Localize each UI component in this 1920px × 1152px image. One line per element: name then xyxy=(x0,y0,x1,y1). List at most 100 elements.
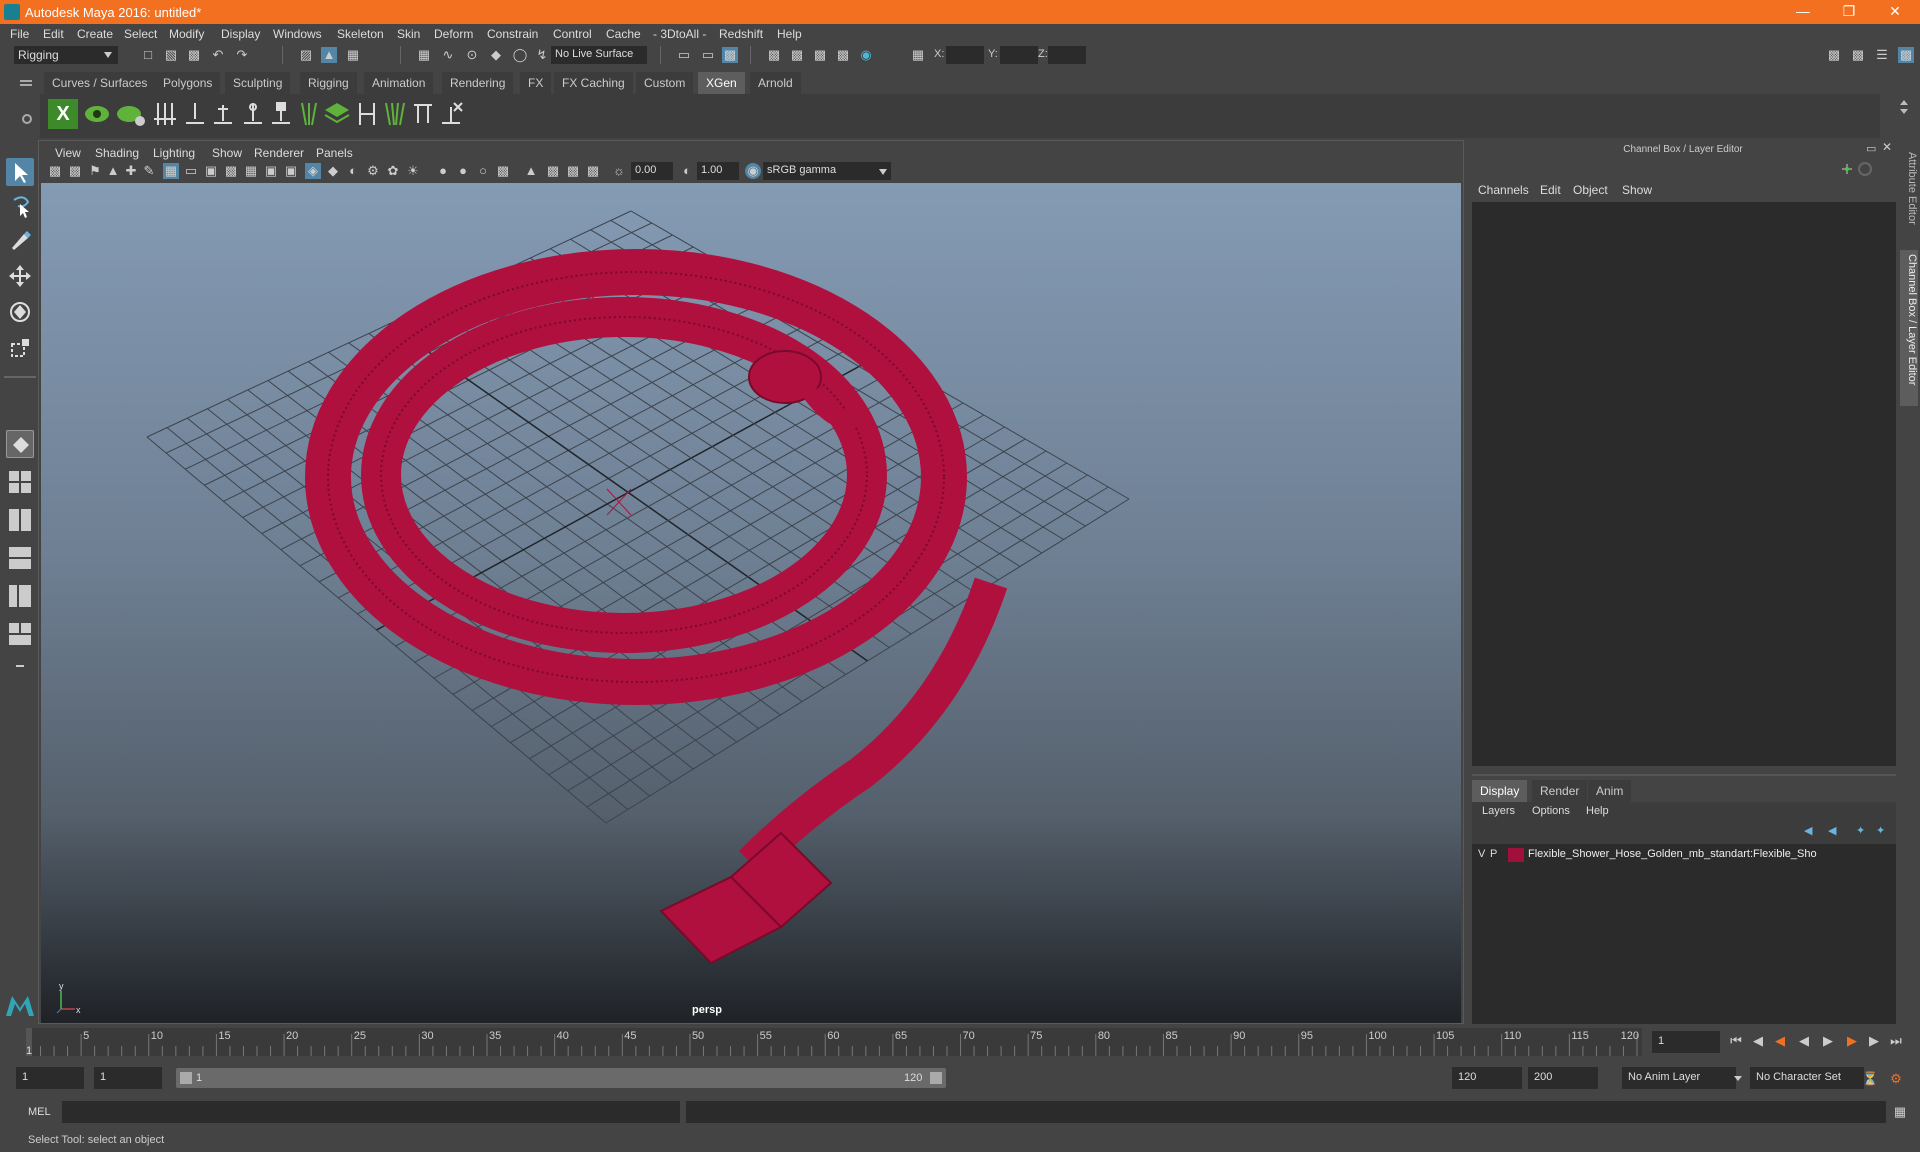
playback-end-field[interactable]: 120 xyxy=(1452,1067,1522,1089)
panel-divider[interactable] xyxy=(1472,774,1896,776)
menu-file[interactable]: File xyxy=(10,27,29,41)
new-scene-icon[interactable]: □ xyxy=(140,47,156,63)
current-frame-field[interactable]: 1 xyxy=(1652,1031,1720,1053)
menu-windows[interactable]: Windows xyxy=(273,27,322,41)
film-gate-icon[interactable]: ▭ xyxy=(183,163,199,179)
shelf-menu-icon[interactable] xyxy=(20,80,32,82)
paint-select-tool-icon[interactable] xyxy=(6,226,34,254)
xgen-editor-icon[interactable]: X xyxy=(48,99,78,129)
2d-pan-zoom-icon[interactable]: ✚ xyxy=(123,163,139,179)
step-back-frame-icon[interactable]: ◀ xyxy=(1750,1033,1766,1049)
viewport-menu-lighting[interactable]: Lighting xyxy=(153,146,195,160)
auto-key-icon[interactable]: ⏳ xyxy=(1862,1071,1878,1087)
shelf-tab-custom[interactable]: Custom xyxy=(636,72,694,94)
script-editor-icon[interactable]: ▦ xyxy=(1892,1104,1908,1120)
symmetry-icon[interactable]: ▦ xyxy=(910,47,926,63)
open-scene-icon[interactable]: ▧ xyxy=(163,47,179,63)
xgen-cut-guides-icon[interactable] xyxy=(408,99,438,129)
isolate-select-icon[interactable]: ▲ xyxy=(523,163,539,179)
go-to-end-icon[interactable]: ⏭ xyxy=(1888,1033,1904,1049)
exposure-icon[interactable]: ☼ xyxy=(611,163,627,179)
layer-tab-anim[interactable]: Anim xyxy=(1588,780,1632,802)
menu-create[interactable]: Create xyxy=(77,27,113,41)
snap-to-view-plane-icon[interactable]: ◆ xyxy=(488,47,504,63)
layer-color-swatch[interactable] xyxy=(1508,848,1524,862)
xgen-add-guide-2-icon[interactable] xyxy=(208,99,238,129)
motion-blur-icon[interactable]: ● xyxy=(455,163,471,179)
xgen-preview-icon[interactable] xyxy=(82,99,112,129)
render-settings-icon[interactable]: ▩ xyxy=(835,47,851,63)
play-forwards-icon[interactable]: ▶ xyxy=(1820,1033,1836,1049)
viewport-menu-renderer[interactable]: Renderer xyxy=(254,146,304,160)
xray-components-icon[interactable]: ▩ xyxy=(585,163,601,179)
shelf-tab-xgen[interactable]: XGen xyxy=(698,72,745,94)
color-management-icon[interactable]: ◉ xyxy=(745,163,761,179)
viewport-canvas[interactable] xyxy=(41,183,1461,1023)
tool-settings-toggle-icon[interactable]: ☰ xyxy=(1874,47,1890,63)
xray-icon[interactable]: ▩ xyxy=(545,163,561,179)
use-all-lights-icon[interactable]: ✿ xyxy=(385,163,401,179)
create-layer-from-selected-icon[interactable]: ✦ xyxy=(1876,824,1885,837)
menu-display[interactable]: Display xyxy=(221,27,260,41)
textured-icon[interactable]: ⚙ xyxy=(365,163,381,179)
time-slider-track[interactable]: 5 10 15 20 25 30 35 40 45 50 55 60 65 70 75 80 85 90 95 100… xyxy=(26,1028,1642,1057)
layer-tab-display[interactable]: Display xyxy=(1472,780,1528,802)
select-by-hierarchy-icon[interactable]: ▨ xyxy=(298,47,314,63)
layer-menu-layers[interactable]: Layers xyxy=(1482,805,1515,817)
play-backwards-icon[interactable]: ◀ xyxy=(1796,1033,1812,1049)
shelf-tab-sculpting[interactable]: Sculpting xyxy=(225,72,291,94)
scale-tool-icon[interactable] xyxy=(6,334,34,362)
move-layer-up-icon[interactable]: ◀ xyxy=(1804,824,1812,837)
x-field[interactable] xyxy=(946,46,984,64)
layer-row[interactable]: V P Flexible_Shower_Hose_Golden_mb_stand… xyxy=(1474,846,1894,864)
wireframe-on-shaded-icon[interactable]: ◐ xyxy=(345,163,361,179)
gate-mask-icon[interactable]: ▩ xyxy=(223,163,239,179)
render-view-icon[interactable]: ▩ xyxy=(766,47,782,63)
menu-deform[interactable]: Deform xyxy=(434,27,473,41)
channel-box-speed-icon[interactable] xyxy=(1858,162,1872,176)
xgen-place-guides-icon[interactable] xyxy=(150,99,180,129)
close-panel-icon[interactable]: ✕ xyxy=(1882,140,1892,154)
smooth-shade-icon[interactable]: ◆ xyxy=(325,163,341,179)
save-scene-icon[interactable]: ▩ xyxy=(186,47,202,63)
snap-to-surface-icon[interactable]: ◯ xyxy=(512,47,528,63)
field-chart-icon[interactable]: ▦ xyxy=(243,163,259,179)
command-input[interactable] xyxy=(62,1101,680,1123)
bookmark-icon[interactable]: ⚑ xyxy=(87,163,103,179)
menu-select[interactable]: Select xyxy=(124,27,157,41)
restore-button[interactable]: ❐ xyxy=(1826,0,1872,24)
anti-aliasing-icon[interactable]: ○ xyxy=(475,163,491,179)
step-forward-frame-icon[interactable]: ▶ xyxy=(1866,1033,1882,1049)
live-surface-field[interactable]: No Live Surface xyxy=(551,46,647,64)
layer-menu-help[interactable]: Help xyxy=(1586,805,1609,817)
channel-box-manipulator-icon[interactable] xyxy=(1840,162,1854,176)
step-forward-key-icon[interactable]: ▶ xyxy=(1844,1033,1860,1049)
shelf-tab-rigging[interactable]: Rigging xyxy=(300,72,357,94)
layer-name[interactable]: Flexible_Shower_Hose_Golden_mb_standart:… xyxy=(1528,848,1888,860)
menu-edit[interactable]: Edit xyxy=(43,27,64,41)
image-plane-icon[interactable]: ▲ xyxy=(105,163,121,179)
lasso-tool-icon[interactable] xyxy=(6,192,34,220)
select-tool-icon[interactable] xyxy=(6,158,34,186)
xgen-modifiers-icon[interactable] xyxy=(352,99,382,129)
shelf-tab-polygons[interactable]: Polygons xyxy=(155,72,221,94)
snap-to-point-icon[interactable]: ⊙ xyxy=(464,47,480,63)
maya-home-icon[interactable] xyxy=(4,988,36,1020)
safe-title-icon[interactable]: ▣ xyxy=(283,163,299,179)
xray-joints-icon[interactable]: ▩ xyxy=(565,163,581,179)
menu-set-dropdown[interactable]: Rigging xyxy=(14,46,118,64)
shelf-settings-icon[interactable] xyxy=(22,114,32,124)
channel-box-toggle-icon[interactable]: ▩ xyxy=(1898,47,1914,63)
exposure-field[interactable]: 0.00 xyxy=(631,162,673,180)
output-ops-icon[interactable]: ▭ xyxy=(700,47,716,63)
shelf-tab-curves-surfaces[interactable]: Curves / Surfaces xyxy=(44,72,156,94)
menu-control[interactable]: Control xyxy=(553,27,592,41)
layer-visibility-toggle[interactable]: V xyxy=(1478,848,1485,860)
menu-constrain[interactable]: Constrain xyxy=(487,27,538,41)
ambient-occlusion-icon[interactable]: ● xyxy=(435,163,451,179)
color-space-chevron-down-icon[interactable] xyxy=(879,169,887,179)
redo-icon[interactable]: ↷ xyxy=(234,47,250,63)
color-space-dropdown[interactable]: sRGB gamma xyxy=(763,162,891,180)
layer-playback-toggle[interactable]: P xyxy=(1490,848,1497,860)
float-panel-icon[interactable]: ▭ xyxy=(1866,142,1876,155)
